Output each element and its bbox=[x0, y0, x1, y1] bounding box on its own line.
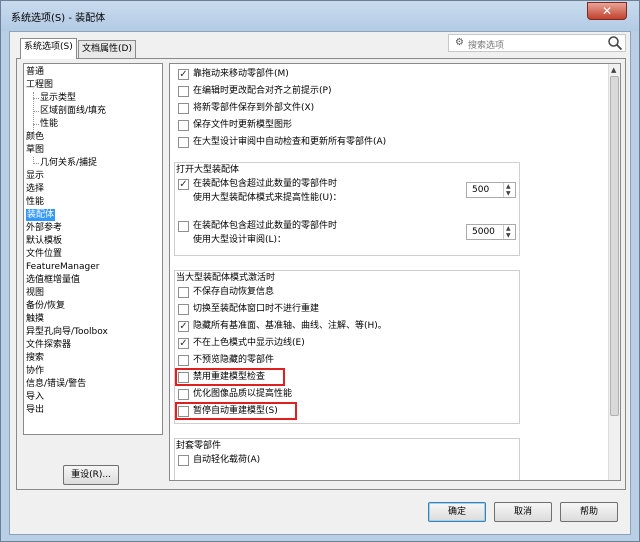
tree-item[interactable]: 触摸 bbox=[26, 313, 44, 325]
tree-item[interactable]: 颜色 bbox=[26, 131, 44, 143]
threshold-value[interactable]: 5000 bbox=[472, 227, 495, 237]
checkbox[interactable] bbox=[178, 287, 189, 298]
close-button[interactable]: ✕ bbox=[587, 2, 627, 20]
option-label: 在大型设计审阅中自动检查和更新所有零部件(A) bbox=[193, 137, 387, 147]
option-label: 自动轻化载荷(A) bbox=[193, 455, 261, 465]
spin-up-arrow[interactable]: ▲ bbox=[506, 183, 511, 190]
checkbox[interactable] bbox=[178, 455, 189, 466]
group-title-open-large: 打开大型装配体 bbox=[176, 165, 240, 175]
option-label: 切换至装配体窗口时不进行重建 bbox=[193, 304, 320, 314]
tab-system-options[interactable]: 系统选项(S) bbox=[20, 38, 77, 59]
tree-item[interactable]: FeatureManager bbox=[26, 261, 99, 273]
dialog-body: 系统选项(S) 文档属性(D) ⚙ 搜索选项 普通 工程图 显示类型 区域剖面线/填充… bbox=[9, 31, 631, 535]
tree-item[interactable]: 显示类型 bbox=[40, 92, 76, 104]
title-bar[interactable]: 系统选项(S) - 装配体 ✕ bbox=[1, 1, 639, 31]
search-input[interactable]: ⚙ 搜索选项 bbox=[448, 34, 626, 52]
option-label: 保存文件时更新模型图形 bbox=[193, 120, 293, 130]
tree-item[interactable]: 视图 bbox=[26, 287, 44, 299]
tree-item[interactable]: 默认模板 bbox=[26, 235, 62, 247]
tree-item[interactable]: 选值框增量值 bbox=[26, 274, 80, 286]
tree-item[interactable]: 文件位置 bbox=[26, 248, 62, 260]
scroll-up-arrow[interactable]: ▲ bbox=[611, 66, 616, 74]
tree-item[interactable]: 显示 bbox=[26, 170, 44, 182]
vertical-scrollbar[interactable]: ▲ bbox=[608, 64, 620, 480]
highlight-disable-rebuild-check bbox=[175, 368, 285, 386]
threshold-spinner[interactable]: 5000 ▲ ▼ bbox=[466, 224, 516, 240]
checkbox[interactable] bbox=[178, 355, 189, 366]
group-title-large-mode: 当大型装配体模式激活时 bbox=[176, 273, 276, 283]
tree-item[interactable]: 性能 bbox=[40, 118, 58, 130]
tree-connector bbox=[33, 98, 39, 99]
threshold-value[interactable]: 500 bbox=[472, 185, 489, 195]
checkbox[interactable] bbox=[178, 137, 189, 148]
option-label: 靠拖动来移动零部件(M) bbox=[193, 69, 289, 79]
search-placeholder: 搜索选项 bbox=[468, 41, 505, 51]
option-label: 在编辑时更改配合对齐之前提示(P) bbox=[193, 86, 332, 96]
option-label-line2: 使用大型设计审阅(L)： bbox=[193, 235, 287, 245]
options-tree[interactable]: 普通 工程图 显示类型 区域剖面线/填充 性能 颜色 草图 几何关系/捕捉 显示 选择 性能 装配体外… bbox=[23, 63, 163, 435]
checkbox[interactable]: ✓ bbox=[178, 321, 189, 332]
option-label: 将新零部件保存到外部文件(X) bbox=[193, 103, 315, 113]
tree-item[interactable]: 备份/恢复 bbox=[26, 300, 65, 312]
tree-item[interactable]: 性能 bbox=[26, 196, 44, 208]
checkbox[interactable] bbox=[178, 304, 189, 315]
scroll-thumb[interactable] bbox=[610, 76, 619, 416]
tree-item[interactable]: 异型孔向导/Toolbox bbox=[26, 326, 108, 338]
tree-item[interactable]: 区域剖面线/填充 bbox=[40, 105, 106, 117]
gear-icon: ⚙ bbox=[455, 37, 464, 48]
window-title: 系统选项(S) - 装配体 bbox=[11, 13, 106, 24]
option-label-line2: 使用大型装配体模式来提高性能(U)： bbox=[193, 193, 342, 203]
help-button[interactable]: 帮助 bbox=[560, 502, 618, 522]
tree-connector bbox=[33, 111, 39, 112]
options-dialog: 系统选项(S) - 装配体 ✕ 系统选项(S) 文档属性(D) ⚙ 搜索选项 普… bbox=[0, 0, 640, 542]
spin-down-arrow[interactable]: ▼ bbox=[506, 232, 511, 239]
cancel-button[interactable]: 取消 bbox=[494, 502, 552, 522]
checkbox[interactable]: ✓ bbox=[178, 179, 189, 190]
checkbox[interactable]: ✓ bbox=[178, 69, 189, 80]
tree-item[interactable]: 装配体 bbox=[26, 209, 56, 221]
checkbox[interactable] bbox=[178, 103, 189, 114]
options-content: ✓ 靠拖动来移动零部件(M) 在编辑时更改配合对齐之前提示(P) 将新零部件保存到外部… bbox=[169, 63, 621, 481]
group-title-envelope: 封套零部件 bbox=[176, 441, 222, 451]
tree-item[interactable]: 导入 bbox=[26, 391, 44, 403]
option-label: 隐藏所有基准面、基准轴、曲线、注解、等(H)。 bbox=[193, 321, 387, 331]
ok-button[interactable]: 确定 bbox=[428, 502, 486, 522]
tree-item[interactable]: 选择 bbox=[26, 183, 44, 195]
checkbox[interactable] bbox=[178, 389, 189, 400]
tree-item[interactable]: 几何关系/捕捉 bbox=[40, 157, 97, 169]
option-label: 不保存自动恢复信息 bbox=[193, 287, 275, 297]
threshold-spinner[interactable]: 500 ▲ ▼ bbox=[466, 182, 516, 198]
tree-item[interactable]: 搜索 bbox=[26, 352, 44, 364]
tree-item[interactable]: 外部参考 bbox=[26, 222, 62, 234]
spinner-buttons[interactable]: ▲ ▼ bbox=[503, 225, 515, 239]
tab-panel: 普通 工程图 显示类型 区域剖面线/填充 性能 颜色 草图 几何关系/捕捉 显示 选择 性能 装配体外… bbox=[16, 58, 626, 490]
tree-item[interactable]: 草图 bbox=[26, 144, 44, 156]
option-label: 优化图像品质以提高性能 bbox=[193, 389, 293, 399]
reset-button[interactable]: 重设(R)... bbox=[63, 465, 119, 485]
tree-item[interactable]: 普通 bbox=[26, 66, 44, 78]
spinner-buttons[interactable]: ▲ ▼ bbox=[503, 183, 515, 197]
checkbox[interactable] bbox=[178, 221, 189, 232]
option-label: 不预览隐藏的零部件 bbox=[193, 355, 275, 365]
tree-connector bbox=[33, 163, 39, 164]
tree-connector bbox=[33, 124, 39, 125]
tree-item[interactable]: 文件探索器 bbox=[26, 339, 71, 351]
option-label: 不在上色模式中显示边线(E) bbox=[193, 338, 305, 348]
tab-document-properties[interactable]: 文档属性(D) bbox=[78, 40, 136, 58]
spin-up-arrow[interactable]: ▲ bbox=[506, 225, 511, 232]
tree-item[interactable]: 信息/错误/警告 bbox=[26, 378, 86, 390]
checkbox[interactable]: ✓ bbox=[178, 338, 189, 349]
highlight-suspend-auto-rebuild bbox=[175, 402, 297, 420]
checkbox[interactable] bbox=[178, 86, 189, 97]
checkbox[interactable] bbox=[178, 120, 189, 131]
tree-item[interactable]: 导出 bbox=[26, 404, 44, 416]
search-icon[interactable] bbox=[607, 35, 623, 51]
tree-item[interactable]: 工程图 bbox=[26, 79, 53, 91]
tree-item[interactable]: 协作 bbox=[26, 365, 44, 377]
spin-down-arrow[interactable]: ▼ bbox=[506, 190, 511, 197]
